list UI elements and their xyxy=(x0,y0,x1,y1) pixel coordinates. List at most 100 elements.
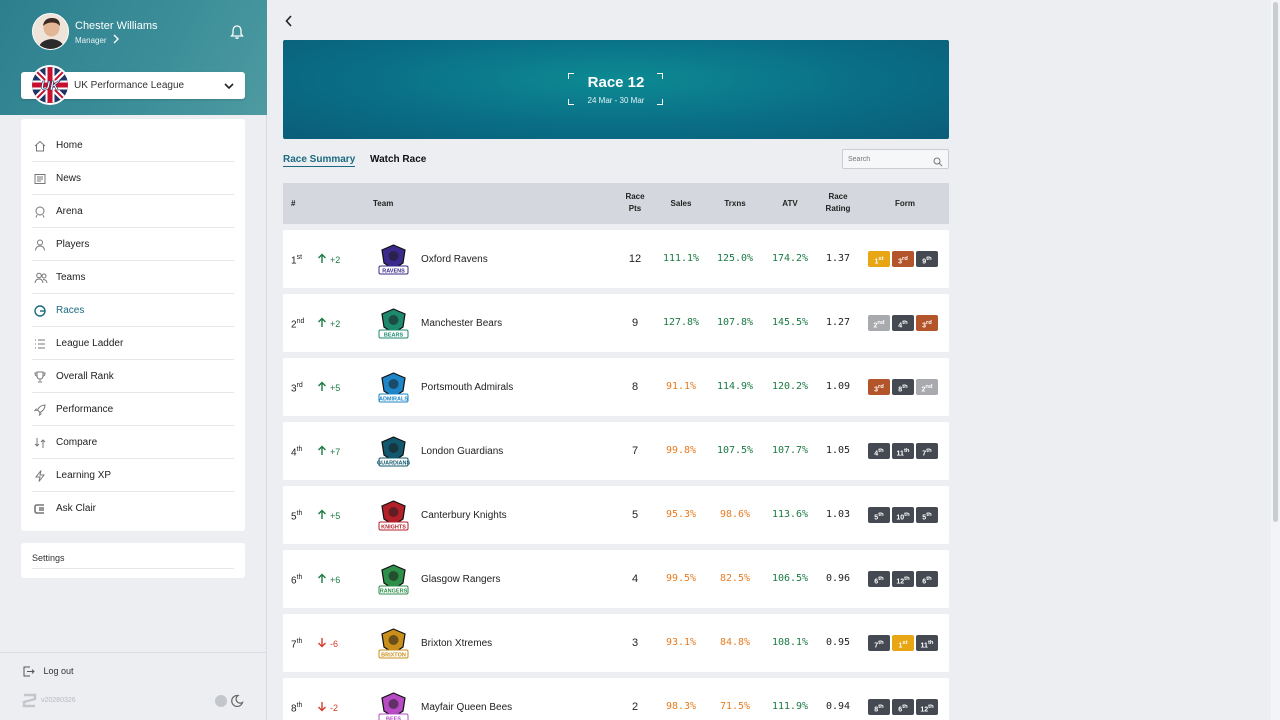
race-points: 5 xyxy=(631,509,639,521)
trxns-value: 107.8% xyxy=(716,317,754,328)
column-header-rank[interactable]: # xyxy=(291,198,295,210)
search-icon[interactable] xyxy=(933,154,943,172)
table-row[interactable]: 4th +7 GUARDIANS London Guardians 7 99.8% 107.… xyxy=(283,422,949,480)
league-select[interactable]: UK UK Performance League xyxy=(21,65,245,105)
rank-position: 3rd xyxy=(291,382,303,395)
sidebar-item-overall-rank[interactable]: Overall Rank xyxy=(32,360,234,393)
divider xyxy=(32,568,234,569)
form-badge: 3rd xyxy=(916,314,938,331)
rank-change: +2 xyxy=(317,317,340,329)
column-header-trxns[interactable]: Trxns xyxy=(708,198,762,210)
rank-position: 6th xyxy=(291,574,303,587)
chevron-right-icon[interactable] xyxy=(112,34,120,47)
svg-text:GUARDIANS: GUARDIANS xyxy=(377,461,411,467)
team-name[interactable]: Oxford Ravens xyxy=(421,254,488,265)
column-header-race-rating[interactable]: Race Rating xyxy=(814,191,862,215)
search-input[interactable] xyxy=(848,153,928,166)
race-points: 8 xyxy=(631,381,639,393)
settings-link[interactable]: Settings xyxy=(21,543,245,578)
team-crest-icon: BEES xyxy=(376,691,411,720)
form-badges: 3rd 8th 2nd xyxy=(868,378,948,396)
atv-value: 120.2% xyxy=(771,381,809,392)
sidebar-item-teams[interactable]: Teams xyxy=(32,261,234,294)
rank-position: 2nd xyxy=(291,318,305,331)
column-header-team[interactable]: Team xyxy=(373,198,393,210)
column-header-form[interactable]: Form xyxy=(868,198,942,210)
sidebar-item-arena[interactable]: Arena xyxy=(32,195,234,228)
column-header-sales[interactable]: Sales xyxy=(654,198,708,210)
sidebar-item-label: Arena xyxy=(56,206,83,217)
sidebar-item-learning-xp[interactable]: Learning XP xyxy=(32,459,234,492)
tab-watch-race[interactable]: Watch Race xyxy=(370,154,426,165)
column-header-race-pts[interactable]: Race Pts xyxy=(615,191,655,215)
user-name[interactable]: Chester Williams xyxy=(75,20,158,32)
sidebar-item-label: Ask Clair xyxy=(56,503,97,514)
svg-text:UK: UK xyxy=(41,78,61,93)
sidebar-item-races[interactable]: Races xyxy=(32,294,234,327)
sales-value: 93.1% xyxy=(665,637,697,648)
chevron-down-icon[interactable] xyxy=(223,79,235,97)
team-name[interactable]: Portsmouth Admirals xyxy=(421,382,513,393)
settings-label: Settings xyxy=(32,553,65,563)
team-name[interactable]: Canterbury Knights xyxy=(421,510,507,521)
sidebar-item-label: Compare xyxy=(56,437,98,448)
atv-value: 107.7% xyxy=(771,445,809,456)
sidebar-item-label: Overall Rank xyxy=(56,371,114,382)
sidebar: Chester Williams Manager UK UK Performan… xyxy=(0,0,267,720)
race-points: 4 xyxy=(631,573,639,585)
team-name[interactable]: Mayfair Queen Bees xyxy=(421,702,512,713)
arena-icon xyxy=(34,205,46,218)
table-row[interactable]: 7th -6 BRIXTON Brixton Xtremes 3 93.1% 84.8% 10… xyxy=(283,614,949,672)
team-name[interactable]: Manchester Bears xyxy=(421,318,502,329)
scrollbar[interactable] xyxy=(1271,0,1280,720)
team-name[interactable]: Glasgow Rangers xyxy=(421,574,500,585)
race-points: 3 xyxy=(631,637,639,649)
svg-text:RAVENS: RAVENS xyxy=(382,269,405,275)
sidebar-item-home[interactable]: Home xyxy=(32,129,234,162)
user-role[interactable]: Manager xyxy=(75,36,107,45)
svg-text:BEARS: BEARS xyxy=(384,333,404,339)
race-rating: 1.37 xyxy=(825,253,851,264)
sidebar-item-league-ladder[interactable]: League Ladder xyxy=(32,327,234,360)
column-header-atv[interactable]: ATV xyxy=(763,198,817,210)
sidebar-item-news[interactable]: News xyxy=(32,162,234,195)
nav-menu: Home News Arena Players Teams Races Leag… xyxy=(21,119,245,531)
form-badge: 1st xyxy=(868,250,890,267)
sidebar-item-label: Performance xyxy=(56,404,114,415)
form-badge: 8th xyxy=(892,378,914,395)
race-rating: 0.96 xyxy=(825,573,851,584)
arrow-up-icon xyxy=(318,253,326,263)
race-rating: 1.09 xyxy=(825,381,851,392)
team-name[interactable]: London Guardians xyxy=(421,446,503,457)
search-box xyxy=(842,149,949,169)
svg-text:BRIXTON: BRIXTON xyxy=(381,653,406,659)
logout-label: Log out xyxy=(43,666,74,676)
sidebar-item-ask-clair[interactable]: Ask Clair xyxy=(32,492,234,525)
sales-value: 98.3% xyxy=(665,701,697,712)
sales-value: 91.1% xyxy=(665,381,697,392)
sidebar-item-players[interactable]: Players xyxy=(32,228,234,261)
avatar[interactable] xyxy=(32,13,69,50)
theme-toggle[interactable] xyxy=(214,694,244,713)
table-row[interactable]: 5th +5 KNIGHTS Canterbury Knights 5 95.3% 98.6… xyxy=(283,486,949,544)
table-row[interactable]: 2nd +2 BEARS Manchester Bears 9 127.8% 107.8% 1… xyxy=(283,294,949,352)
team-crest-icon: GUARDIANS xyxy=(376,435,411,468)
header-line: Race xyxy=(828,192,848,201)
team-crest-icon: RAVENS xyxy=(376,243,411,276)
table-row[interactable]: 3rd +5 ADMIRALS Portsmouth Admirals 8 91.1% 11… xyxy=(283,358,949,416)
scrollbar-thumb[interactable] xyxy=(1273,2,1278,522)
sidebar-item-performance[interactable]: Performance xyxy=(32,393,234,426)
clair-icon xyxy=(34,502,46,514)
races-icon xyxy=(34,304,46,317)
table-row[interactable]: 8th -2 BEES Mayfair Queen Bees 2 98.3% 71.5% 11… xyxy=(283,678,949,720)
logout-button[interactable]: Log out xyxy=(23,666,74,677)
sidebar-item-compare[interactable]: Compare xyxy=(32,426,234,459)
table-row[interactable]: 1st +2 RAVENS Oxford Ravens 12 111.1% 125.0% 17… xyxy=(283,230,949,288)
team-name[interactable]: Brixton Xtremes xyxy=(421,638,492,649)
tab-race-summary[interactable]: Race Summary xyxy=(283,154,356,167)
header-line: Race xyxy=(625,192,645,201)
rank-change: +6 xyxy=(317,573,340,585)
back-button[interactable] xyxy=(284,14,294,31)
bell-icon[interactable] xyxy=(230,24,244,45)
table-row[interactable]: 6th +6 RANGERS Glasgow Rangers 4 99.5% 82.5% 10… xyxy=(283,550,949,608)
